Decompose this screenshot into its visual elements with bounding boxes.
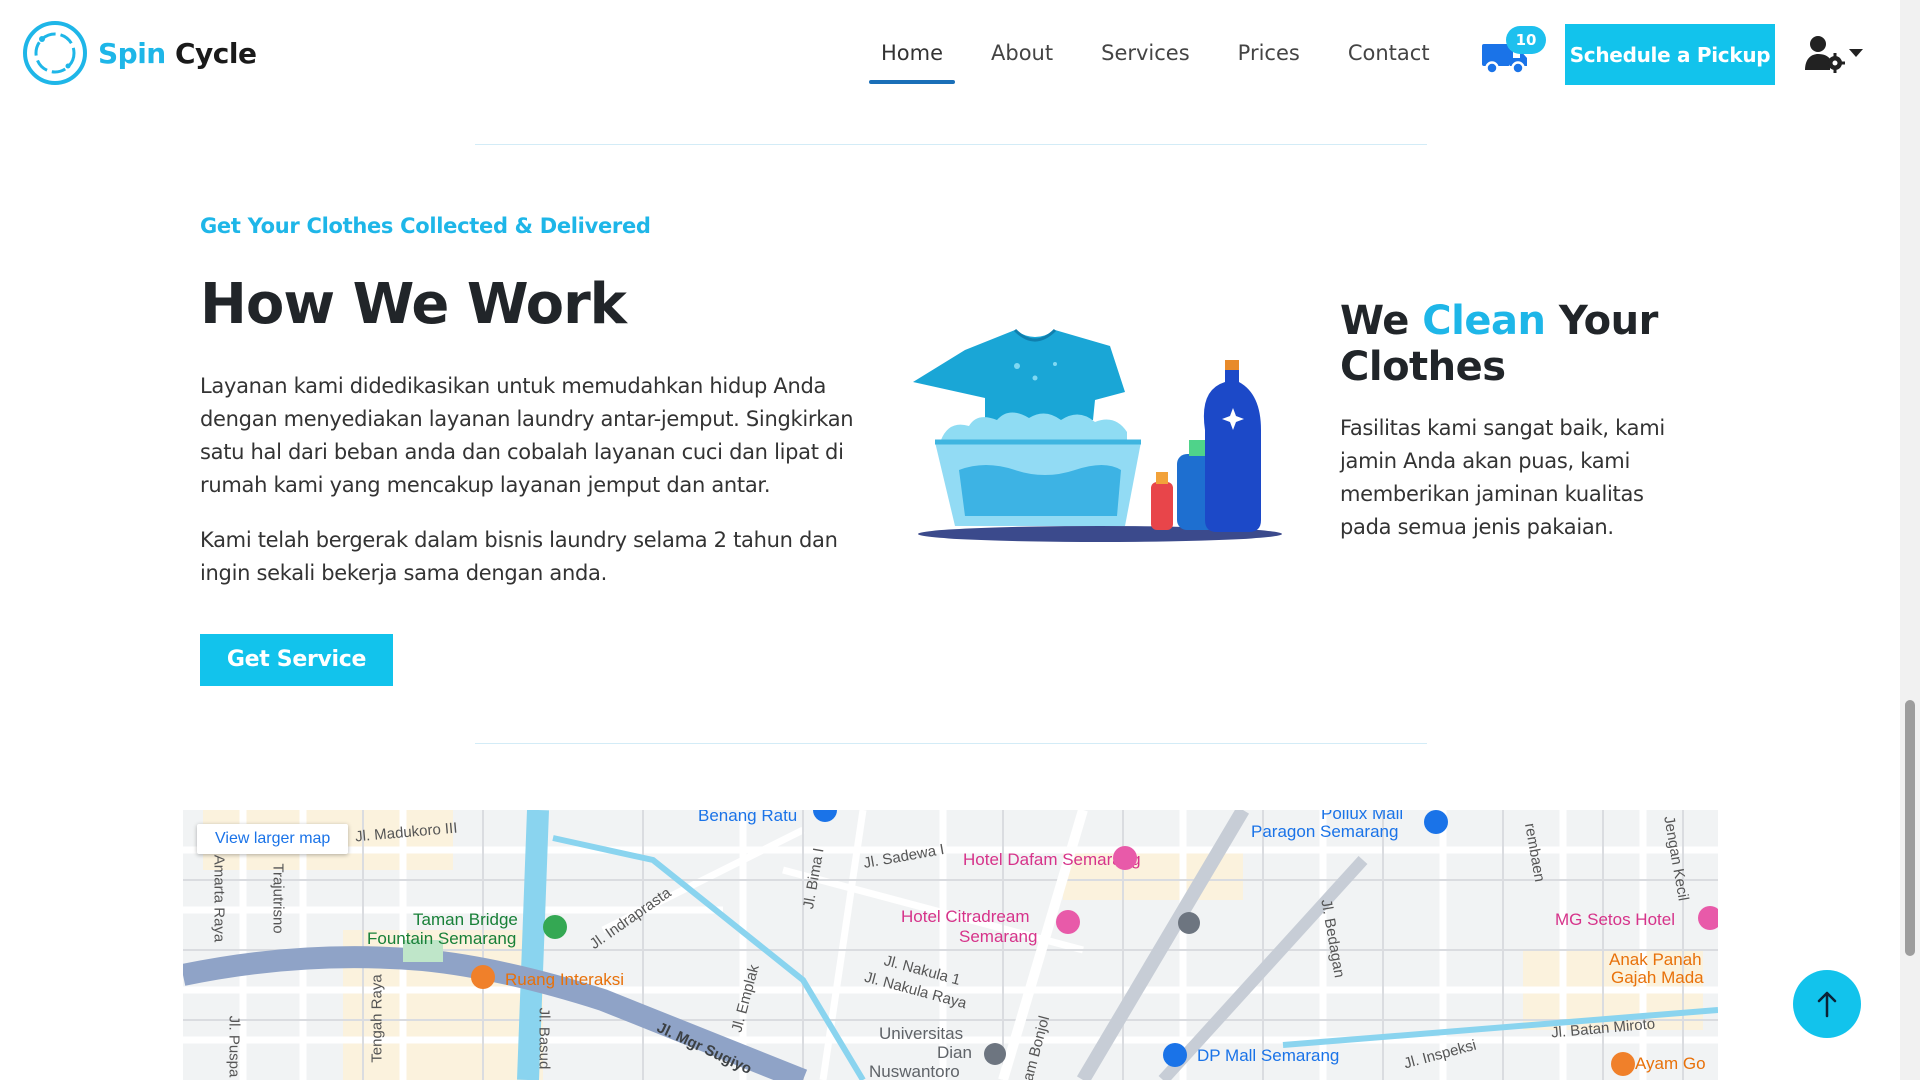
map-place-ayam-go[interactable]: Ayam Go bbox=[1635, 1054, 1706, 1074]
map-place-dp-mall[interactable]: DP Mall Semarang bbox=[1197, 1046, 1339, 1066]
view-larger-map-link[interactable]: View larger map bbox=[197, 824, 349, 854]
map-place-univ-3[interactable]: Nuswantoro bbox=[869, 1062, 960, 1080]
side-title-pre: We bbox=[1340, 298, 1423, 344]
delivery-cart-button[interactable]: 10 bbox=[1480, 24, 1552, 76]
chevron-down-icon bbox=[1849, 49, 1863, 57]
section-title: How We Work bbox=[200, 272, 627, 337]
arrow-up-icon bbox=[1817, 991, 1837, 1018]
map-place-benang-ratu[interactable]: Benang Ratu bbox=[698, 810, 797, 826]
schedule-pickup-button[interactable]: Schedule a Pickup bbox=[1565, 24, 1775, 85]
nav-about[interactable]: About bbox=[967, 38, 1077, 84]
map-road-tengah: Tengah Raya bbox=[368, 974, 386, 1063]
map-road-puspa: Jl. Puspa bbox=[225, 1015, 243, 1078]
get-service-button[interactable]: Get Service Now bbox=[200, 634, 393, 724]
map-place-paragon[interactable]: Paragon Semarang bbox=[1251, 822, 1398, 842]
nav-home[interactable]: Home bbox=[857, 38, 967, 84]
location-map[interactable]: View larger map Benang Ratu Pollux Mall … bbox=[183, 810, 1718, 1080]
brand-name-spin: Spin bbox=[98, 36, 166, 70]
map-place-ruang-interaksi[interactable]: Ruang Interaksi bbox=[505, 970, 624, 990]
map-place-mg-setos[interactable]: MG Setos Hotel bbox=[1555, 910, 1675, 930]
brand-name: Spin Cycle bbox=[98, 37, 257, 70]
map-place-citradream-1[interactable]: Hotel Citradream bbox=[901, 907, 1030, 927]
side-title-accent: Clean bbox=[1422, 298, 1546, 344]
intro-paragraph: Layanan kami didedikasikan untuk memudah… bbox=[200, 374, 854, 497]
map-road-basud: Jl. Basud bbox=[535, 1007, 553, 1070]
cart-count-badge: 10 bbox=[1506, 26, 1546, 54]
nav-services[interactable]: Services bbox=[1077, 38, 1214, 84]
laundry-illustration bbox=[913, 328, 1282, 542]
map-road-trajutrisno: Trajutrisno bbox=[269, 863, 287, 934]
section-divider-top bbox=[475, 144, 1427, 145]
brand[interactable]: Spin Cycle bbox=[22, 20, 257, 86]
section-divider-bottom bbox=[475, 743, 1427, 744]
map-place-anak-panah-2[interactable]: Gajah Mada bbox=[1611, 968, 1704, 988]
scrollbar-thumb[interactable] bbox=[1905, 700, 1915, 956]
map-road-amarta: Amarta Raya bbox=[210, 854, 228, 943]
map-place-hotel-dafam[interactable]: Hotel Dafam Semarang bbox=[963, 850, 1141, 870]
main-nav: Home About Services Prices Contact bbox=[857, 38, 1454, 84]
user-settings-dropdown[interactable] bbox=[1804, 34, 1866, 74]
nav-contact[interactable]: Contact bbox=[1324, 38, 1454, 84]
brand-name-cycle: Cycle bbox=[175, 36, 257, 70]
page-scrollbar[interactable] bbox=[1900, 0, 1920, 1080]
nav-prices[interactable]: Prices bbox=[1214, 38, 1324, 84]
washing-machine-logo-icon bbox=[23, 21, 87, 85]
facility-paragraph: Fasilitas kami sangat baik, kami jamin A… bbox=[1340, 416, 1665, 539]
map-place-taman-2[interactable]: Fountain Semarang bbox=[367, 929, 516, 949]
navbar: Spin Cycle Home About Services Prices Co… bbox=[0, 0, 1900, 106]
clean-clothes-title: We Clean Your Clothes bbox=[1340, 298, 1720, 390]
back-to-top-button[interactable] bbox=[1793, 970, 1861, 1038]
map-place-taman-1[interactable]: Taman Bridge bbox=[413, 910, 518, 930]
map-place-anak-panah-1[interactable]: Anak Panah bbox=[1609, 950, 1702, 970]
map-place-univ-2[interactable]: Dian bbox=[937, 1043, 972, 1063]
experience-paragraph: Kami telah bergerak dalam bisnis laundry… bbox=[200, 528, 838, 585]
map-place-citradream-2[interactable]: Semarang bbox=[959, 927, 1037, 947]
section-eyebrow: Get Your Clothes Collected & Delivered bbox=[200, 214, 651, 238]
map-place-univ-1[interactable]: Universitas bbox=[879, 1024, 963, 1044]
